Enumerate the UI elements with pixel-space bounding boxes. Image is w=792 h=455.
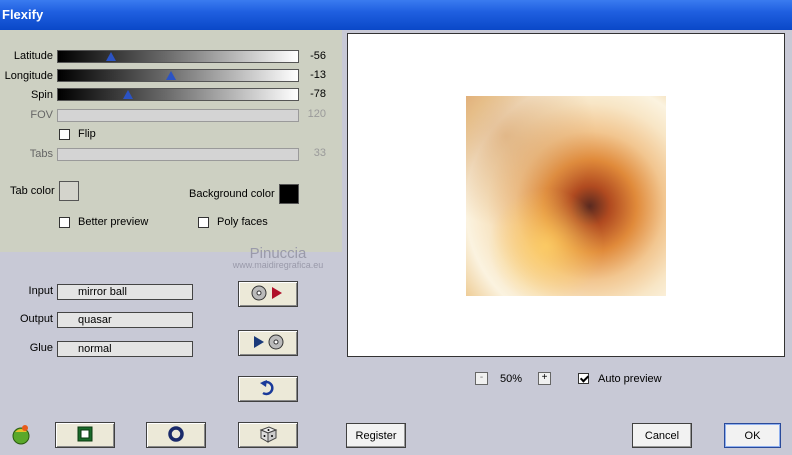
glue-field[interactable]: normal bbox=[57, 341, 193, 357]
ring-icon bbox=[167, 425, 185, 446]
tab-color-swatch[interactable] bbox=[59, 181, 79, 201]
spin-thumb[interactable] bbox=[123, 90, 133, 99]
preview-area bbox=[347, 33, 785, 357]
settings-panel bbox=[0, 30, 342, 252]
latitude-value: -56 bbox=[310, 50, 326, 62]
spin-value: -78 bbox=[310, 88, 326, 100]
zoom-out-button[interactable]: - bbox=[475, 372, 488, 385]
reset-button[interactable] bbox=[238, 376, 298, 402]
square-icon bbox=[77, 426, 93, 445]
flip-checkbox[interactable] bbox=[59, 129, 70, 140]
auto-preview-label: Auto preview bbox=[598, 373, 662, 385]
zoom-value: 50% bbox=[500, 373, 523, 385]
output-field[interactable]: quasar bbox=[57, 312, 193, 328]
latitude-label: Latitude bbox=[13, 50, 53, 62]
background-color-swatch[interactable] bbox=[279, 184, 299, 204]
zoom-in-button[interactable]: + bbox=[538, 372, 551, 385]
ring-shape-button[interactable] bbox=[146, 422, 206, 448]
preview-image-overlay bbox=[466, 96, 666, 296]
watermark-url: www.maidiregrafica.eu bbox=[232, 260, 324, 270]
random-button[interactable] bbox=[238, 422, 298, 448]
glue-label: Glue bbox=[29, 342, 53, 354]
tabs-value: 33 bbox=[313, 147, 326, 159]
export-to-icon bbox=[250, 284, 286, 305]
fov-value: 120 bbox=[307, 108, 326, 120]
fov-label: FOV bbox=[30, 109, 53, 121]
poly-faces-checkbox[interactable] bbox=[198, 217, 209, 228]
latitude-slider[interactable] bbox=[57, 50, 299, 63]
flip-label: Flip bbox=[78, 128, 96, 140]
app-logo-button[interactable] bbox=[8, 422, 34, 448]
register-button[interactable]: Register bbox=[346, 423, 406, 448]
longitude-thumb[interactable] bbox=[166, 71, 176, 80]
tabs-label: Tabs bbox=[29, 148, 53, 160]
auto-preview-checkbox[interactable] bbox=[578, 373, 589, 384]
cancel-button[interactable]: Cancel bbox=[632, 423, 692, 448]
ok-button[interactable]: OK bbox=[724, 423, 781, 448]
square-shape-button[interactable] bbox=[55, 422, 115, 448]
spin-label: Spin bbox=[30, 89, 53, 101]
fov-slider[interactable] bbox=[57, 109, 299, 122]
import-from-button[interactable] bbox=[238, 330, 298, 356]
longitude-slider[interactable] bbox=[57, 69, 299, 82]
input-field[interactable]: mirror ball bbox=[57, 284, 193, 300]
import-from-icon bbox=[250, 333, 286, 354]
window-title: Flexify bbox=[2, 7, 44, 22]
output-label: Output bbox=[19, 313, 53, 325]
tabs-slider[interactable] bbox=[57, 148, 299, 161]
random-dice-icon bbox=[258, 425, 278, 446]
background-color-label: Background color bbox=[189, 188, 275, 200]
longitude-label: Longitude bbox=[4, 70, 53, 82]
better-preview-label: Better preview bbox=[78, 216, 149, 228]
reset-icon bbox=[259, 379, 277, 400]
better-preview-checkbox[interactable] bbox=[59, 217, 70, 228]
tab-color-label: Tab color bbox=[10, 185, 55, 197]
poly-faces-label: Poly faces bbox=[217, 216, 268, 228]
spin-slider[interactable] bbox=[57, 88, 299, 101]
watermark: Pinuccia www.maidiregrafica.eu bbox=[214, 245, 342, 270]
longitude-value: -13 bbox=[310, 69, 326, 81]
app-logo-icon bbox=[9, 422, 33, 449]
latitude-thumb[interactable] bbox=[106, 52, 116, 61]
input-label: Input bbox=[28, 285, 53, 297]
title-bar: Flexify bbox=[0, 0, 792, 30]
export-to-button[interactable] bbox=[238, 281, 298, 307]
